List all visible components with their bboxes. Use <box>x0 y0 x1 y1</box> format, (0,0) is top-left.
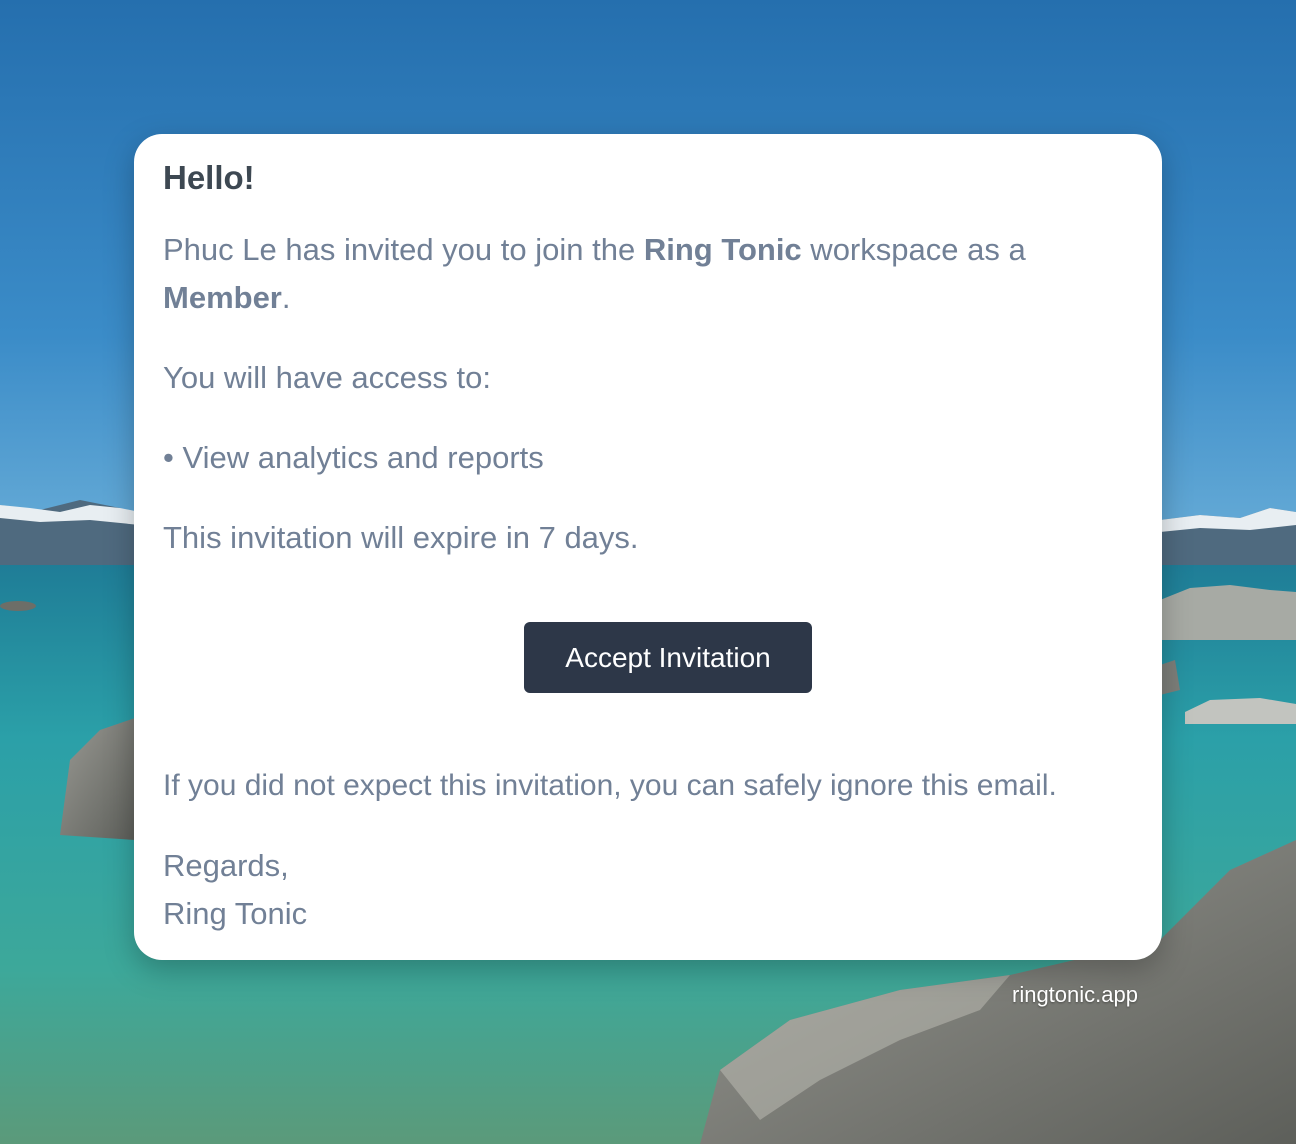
invitation-email-card: Hello! Phuc Le has invited you to join t… <box>134 134 1162 960</box>
access-list-item: • View analytics and reports <box>163 440 544 475</box>
footer-site-link[interactable]: ringtonic.app <box>1012 982 1138 1008</box>
accept-invitation-button[interactable]: Accept Invitation <box>524 622 812 693</box>
expiry-notice: This invitation will expire in 7 days. <box>163 520 639 555</box>
signoff-block: Regards, Ring Tonic <box>163 842 307 938</box>
background-scene: Hello! Phuc Le has invited you to join t… <box>0 0 1296 1144</box>
invite-message: Phuc Le has invited you to join the Ring… <box>163 226 1123 322</box>
access-intro: You will have access to: <box>163 360 491 395</box>
workspace-name: Ring Tonic <box>643 232 802 267</box>
invite-middle: workspace as a <box>801 232 1026 267</box>
invite-prefix: Phuc Le has invited you to join the <box>163 232 644 267</box>
email-greeting: Hello! <box>163 159 255 196</box>
ignore-notice: If you did not expect this invitation, y… <box>163 769 1057 802</box>
invite-suffix: . <box>281 280 291 315</box>
signoff-text: Regards, <box>163 848 289 883</box>
member-role: Member <box>163 280 282 315</box>
signature-text: Ring Tonic <box>163 896 308 931</box>
